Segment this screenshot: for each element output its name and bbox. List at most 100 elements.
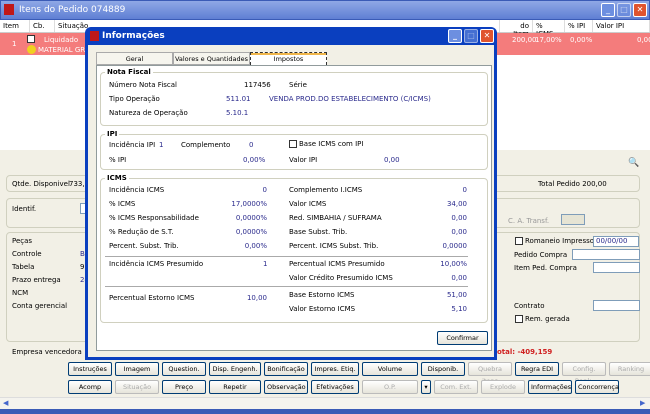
rem-gerada-checkbox[interactable] bbox=[515, 315, 523, 323]
romaneio-label: Romaneio Impresso bbox=[525, 237, 595, 245]
maximize-button[interactable]: □ bbox=[617, 3, 631, 17]
prazo-label: Prazo entrega bbox=[12, 276, 61, 284]
base-estorno-value: 51,00 bbox=[446, 291, 467, 299]
dialog-maximize-button[interactable]: □ bbox=[464, 29, 478, 43]
pct-ipi-label: % IPI bbox=[109, 156, 127, 164]
tab-valores-quantidades[interactable]: Valores e Quantidades bbox=[173, 52, 250, 65]
empresa-label: Empresa vencedora bbox=[12, 348, 82, 356]
toolbar-button[interactable]: Explode bbox=[481, 380, 525, 394]
valor-estorno-value: 5,10 bbox=[451, 305, 467, 313]
toolbar-button[interactable]: Com. Ext. bbox=[434, 380, 478, 394]
tab-geral[interactable]: Geral bbox=[96, 52, 173, 65]
scroll-left-icon[interactable]: ◀ bbox=[3, 399, 8, 407]
romaneio-date-input[interactable]: 00/00/00 bbox=[593, 236, 639, 247]
horizontal-scrollbar[interactable]: ◀ ▶ bbox=[0, 397, 650, 409]
ca-transf-label: C. A. Transf. bbox=[508, 217, 550, 225]
toolbar-button[interactable]: Quebra itens bbox=[468, 362, 512, 385]
natureza-value: 5.10.1 bbox=[226, 109, 249, 117]
col-valor-item[interactable]: do Item bbox=[500, 20, 533, 38]
toolbar-button[interactable]: Volume bbox=[362, 362, 418, 376]
valor-estorno-label: Valor Estorno ICMS bbox=[289, 305, 356, 313]
toolbar-button[interactable]: Preço bbox=[162, 380, 206, 394]
col-cb[interactable]: Cb. bbox=[30, 20, 55, 32]
toolbar-button[interactable]: Observação bbox=[264, 380, 308, 394]
numero-nf-label: Número Nota Fiscal bbox=[109, 81, 178, 89]
total-pedido: Total Pedido 200,00 bbox=[538, 180, 607, 188]
icms-right-label: Percent. ICMS Subst. Trib. bbox=[289, 242, 379, 250]
icms-right-label: Complemento I.ICMS bbox=[289, 186, 363, 194]
item-ped-compra-input[interactable] bbox=[593, 262, 640, 273]
zoom-icon[interactable]: 🔍 bbox=[628, 158, 639, 168]
informacoes-dialog: Informações _ □ ✕ Geral Valores e Quantida… bbox=[85, 27, 497, 360]
tipo-operacao-label: Tipo Operação bbox=[109, 95, 160, 103]
total-value: otal: -409,159 bbox=[497, 348, 553, 356]
toolbar-button[interactable]: Impres. Etiq. bbox=[311, 362, 359, 376]
icms-right-value: 34,00 bbox=[446, 200, 467, 208]
close-button[interactable]: ✕ bbox=[633, 3, 647, 17]
icms-right-value: 0 bbox=[462, 186, 467, 194]
icms-left-value: 0,0000% bbox=[235, 214, 267, 222]
icms-left-label: % ICMS Responsabilidade bbox=[109, 214, 199, 222]
toolbar-button[interactable]: Imagem bbox=[115, 362, 159, 376]
impostos-panel: Nota Fiscal Número Nota Fiscal 117456 Sé… bbox=[96, 65, 492, 351]
toolbar-button[interactable]: Disp. Engenh. bbox=[209, 362, 261, 376]
pecas-label: Peças bbox=[12, 237, 33, 245]
toolbar-button[interactable]: Situação bbox=[115, 380, 159, 394]
toolbar-button[interactable]: Ranking bbox=[609, 362, 650, 376]
icms-left-value: 0,00% bbox=[244, 242, 267, 250]
romaneio-checkbox[interactable] bbox=[515, 237, 523, 245]
icms-left-value: 17,0000% bbox=[231, 200, 267, 208]
item-ped-compra-label: Item Ped. Compra bbox=[514, 264, 577, 272]
complemento-ipi-value: 0 bbox=[249, 141, 254, 149]
tab-impostos[interactable]: Impostos bbox=[250, 52, 327, 65]
minimize-button[interactable]: _ bbox=[601, 3, 615, 17]
row-checkbox[interactable] bbox=[27, 35, 35, 43]
col-item[interactable]: Item bbox=[0, 20, 30, 32]
toolbar-button[interactable]: Config. Rank. bbox=[562, 362, 606, 385]
dialog-close-button[interactable]: ✕ bbox=[480, 29, 494, 43]
toolbar-button[interactable]: Disponib. bbox=[421, 362, 465, 376]
window-controls: _ □ ✕ bbox=[601, 3, 647, 17]
col-ipi[interactable]: % IPI bbox=[565, 20, 593, 32]
app-icon bbox=[4, 4, 14, 15]
toolbar-button[interactable]: Acomp bbox=[68, 380, 112, 394]
rem-gerada-label: Rem. gerada bbox=[525, 315, 570, 323]
base-icms-ipi-label: Base ICMS com IPI bbox=[299, 140, 364, 148]
ipi-group-title: IPI bbox=[105, 130, 120, 138]
toolbar-button[interactable]: O.P. bbox=[362, 380, 418, 394]
pct-presumido-value: 10,00% bbox=[440, 260, 467, 268]
col-valor-ipi[interactable]: Valor IPI bbox=[593, 20, 650, 32]
toolbar-button[interactable]: Question. bbox=[162, 362, 206, 376]
pct-ipi-value: 0,00% bbox=[243, 156, 266, 164]
estorno-value: 10,00 bbox=[246, 294, 267, 302]
op-dropdown-button[interactable]: ▾ bbox=[421, 380, 431, 394]
toolbar-button[interactable]: Repetir bbox=[209, 380, 261, 394]
icms-presumido-label: Incidência ICMS Presumido bbox=[109, 260, 204, 268]
credito-presumido-value: 0,00 bbox=[451, 274, 467, 282]
col-icms[interactable]: % ICMS bbox=[533, 20, 565, 38]
confirm-button[interactable]: Confirmar bbox=[437, 331, 488, 345]
tipo-operacao-desc: VENDA PROD.DO ESTABELECIMENTO (C/ICMS) bbox=[269, 95, 431, 103]
estorno-label: Percentual Estorno ICMS bbox=[109, 294, 195, 302]
toolbar-button[interactable]: Efetivações bbox=[311, 380, 359, 394]
tipo-operacao-value: 511.01 bbox=[226, 95, 251, 103]
icms-right-label: Valor ICMS bbox=[289, 200, 327, 208]
qtde-disponivel-label: Qtde. Disponivel bbox=[12, 180, 70, 188]
button-row-2: Acomp Situação Preço Repetir Observação Efeti… bbox=[68, 380, 619, 394]
icms-presumido-value: 1 bbox=[263, 260, 268, 268]
base-icms-ipi-checkbox[interactable] bbox=[289, 140, 297, 148]
contrato-input[interactable] bbox=[593, 300, 640, 311]
toolbar-button[interactable]: Concorrença bbox=[575, 380, 619, 394]
dialog-minimize-button[interactable]: _ bbox=[448, 29, 462, 43]
icms-right-label: Base Subst. Trib. bbox=[289, 228, 348, 236]
scroll-right-icon[interactable]: ▶ bbox=[640, 399, 645, 407]
valor-ipi-value: 0,00 bbox=[384, 156, 400, 164]
controle-label: Controle bbox=[12, 250, 42, 258]
toolbar-button[interactable]: Informações bbox=[528, 380, 572, 394]
toolbar-button[interactable]: Regra EDI bbox=[515, 362, 559, 376]
dialog-titlebar: Informações _ □ ✕ bbox=[88, 27, 494, 45]
toolbar-button[interactable]: Bonificação bbox=[264, 362, 308, 376]
pedido-compra-input[interactable] bbox=[572, 249, 640, 260]
toolbar-button[interactable]: Instruções bbox=[68, 362, 112, 376]
ca-transf-input[interactable] bbox=[561, 214, 585, 225]
